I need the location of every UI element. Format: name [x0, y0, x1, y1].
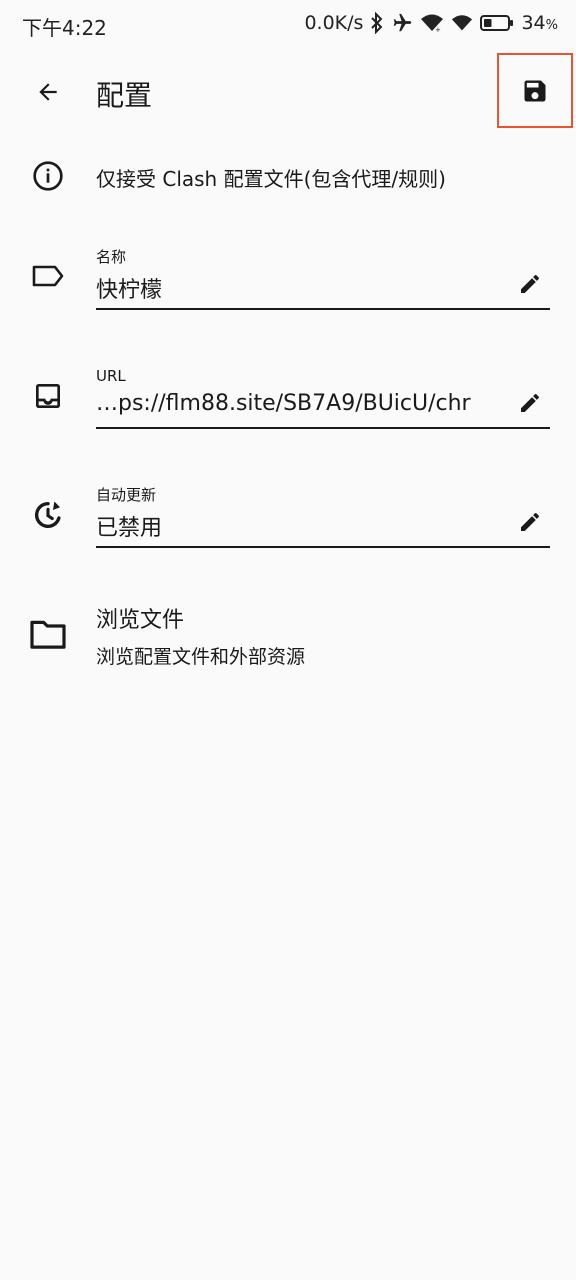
auto-update-input[interactable]: 已禁用 — [96, 506, 550, 548]
status-bar: 下午4:22 0.0K/s + 34% — [0, 0, 576, 52]
floppy-disk-icon — [524, 80, 546, 101]
label-tag-icon — [28, 256, 68, 296]
page-title: 配置 — [96, 79, 153, 112]
url-field[interactable]: URL …ps://flm88.site/SB7A9/BUicU/chr — [96, 365, 550, 429]
wifi-icon — [451, 13, 473, 33]
pencil-edit-icon[interactable] — [516, 508, 544, 536]
back-button[interactable] — [24, 68, 72, 116]
battery-value: 34 — [521, 12, 546, 34]
browse-files-title[interactable]: 浏览文件 — [96, 602, 184, 634]
arrow-left-icon — [39, 83, 57, 101]
auto-update-field-label: 自动更新 — [96, 486, 157, 504]
wifi-icon: + — [420, 13, 444, 33]
status-indicators: 0.0K/s + 34% — [304, 12, 558, 34]
auto-update-field[interactable]: 自动更新 已禁用 — [96, 484, 550, 548]
info-icon — [28, 156, 68, 196]
name-value: 快柠檬 — [96, 278, 163, 303]
clock-refresh-icon — [28, 495, 68, 535]
pencil-edit-icon[interactable] — [516, 270, 544, 298]
name-field-label: 名称 — [96, 248, 127, 266]
folder-icon — [28, 614, 68, 654]
pencil-edit-icon[interactable] — [516, 389, 544, 417]
config-notice: 仅接受 Clash 配置文件(包含代理/规则) — [96, 167, 446, 191]
name-field[interactable]: 名称 快柠檬 — [96, 246, 550, 310]
inbox-tray-icon — [28, 376, 68, 416]
network-speed: 0.0K/s — [304, 12, 364, 34]
app-bar: 配置 — [0, 52, 576, 132]
battery-unit: % — [545, 18, 558, 33]
save-button[interactable] — [497, 53, 573, 128]
battery-icon — [480, 14, 514, 32]
url-value: …ps://flm88.site/SB7A9/BUicU/chr — [96, 391, 471, 416]
url-input[interactable]: …ps://flm88.site/SB7A9/BUicU/chr — [96, 387, 550, 429]
url-field-label: URL — [96, 367, 126, 385]
svg-text:+: + — [435, 26, 441, 33]
browse-files-subtitle[interactable]: 浏览配置文件和外部资源 — [96, 642, 305, 669]
name-input[interactable]: 快柠檬 — [96, 268, 550, 310]
battery-percent: 34% — [521, 12, 558, 34]
status-time: 下午4:22 — [22, 16, 107, 40]
auto-update-value: 已禁用 — [96, 516, 163, 541]
bluetooth-icon — [370, 12, 384, 34]
airplane-icon — [391, 12, 413, 34]
